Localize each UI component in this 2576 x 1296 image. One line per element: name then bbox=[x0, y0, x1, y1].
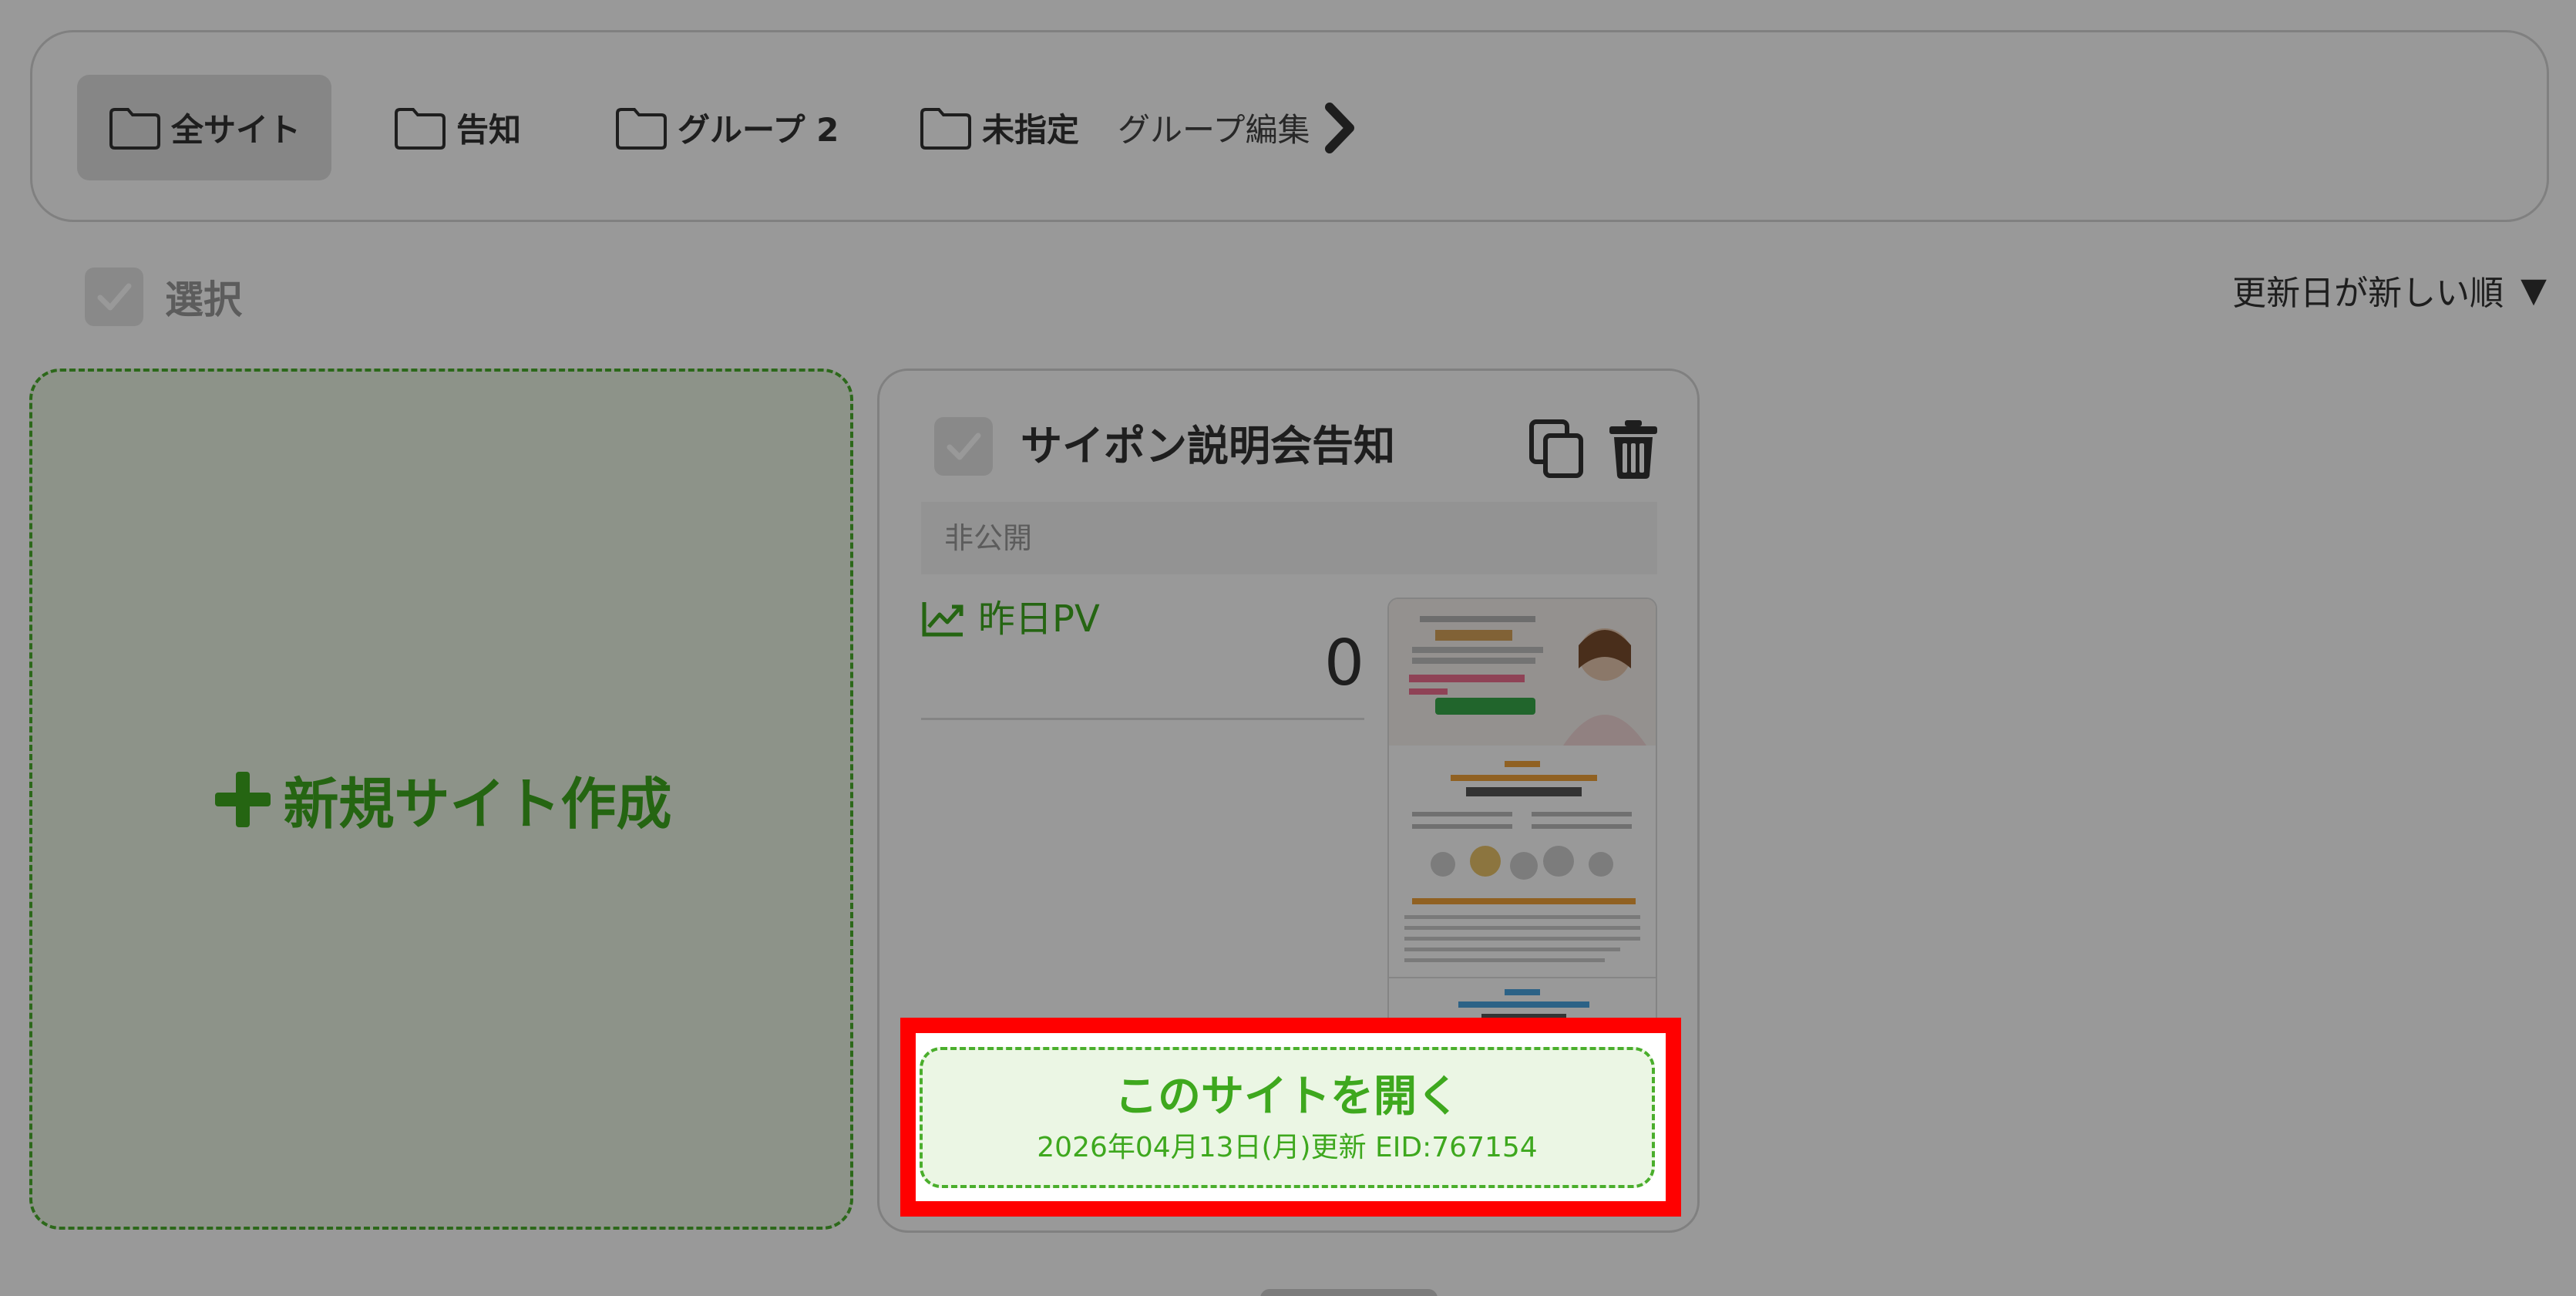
pv-stats: 昨日PV 0 bbox=[921, 594, 1364, 720]
group-tab-group-2[interactable]: グループ 2 bbox=[583, 75, 869, 180]
select-label: 選択 bbox=[165, 278, 242, 322]
group-tab-unassigned[interactable]: 未指定 bbox=[888, 75, 1110, 180]
new-site-card[interactable]: 新規サイト作成 bbox=[29, 369, 853, 1230]
group-tab-notice[interactable]: 告知 bbox=[362, 75, 552, 180]
site-title: サイポン説明会告知 bbox=[1021, 422, 1395, 470]
site-updated-meta: 2026年04月13日(月)更新 EID:767154 bbox=[1037, 1132, 1538, 1163]
open-site-label: このサイトを開く bbox=[1115, 1072, 1460, 1122]
group-tab-label: 告知 bbox=[456, 111, 522, 149]
trash-icon[interactable] bbox=[1608, 419, 1659, 480]
open-site-button[interactable]: このサイトを開く 2026年04月13日(月)更新 EID:767154 bbox=[920, 1047, 1655, 1188]
select-all-toggle[interactable]: 選択 bbox=[85, 266, 242, 328]
folder-icon bbox=[616, 107, 667, 150]
site-thumbnail bbox=[1387, 598, 1657, 1029]
group-tab-label: 未指定 bbox=[982, 111, 1080, 149]
sort-dropdown[interactable]: 更新日が新しい順 ▼ bbox=[2232, 262, 2547, 318]
select-all-checkbox[interactable] bbox=[85, 268, 143, 326]
new-site-button[interactable]: 新規サイト作成 bbox=[210, 759, 672, 840]
publish-status: 非公開 bbox=[921, 502, 1657, 574]
group-edit-link[interactable]: グループ編集 bbox=[1118, 75, 1359, 180]
caret-down-icon: ▼ bbox=[2521, 270, 2547, 310]
folder-icon bbox=[395, 107, 446, 150]
plus-icon bbox=[215, 771, 271, 827]
sort-label: 更新日が新しい順 bbox=[2232, 274, 2504, 313]
check-icon bbox=[947, 433, 981, 460]
folder-icon bbox=[920, 107, 971, 150]
group-edit-label: グループ編集 bbox=[1118, 111, 1310, 149]
group-tab-label: 全サイト bbox=[171, 111, 301, 149]
copy-icon[interactable] bbox=[1528, 419, 1586, 479]
pagination-area bbox=[1260, 1281, 1457, 1296]
site-preview-image bbox=[1389, 599, 1656, 1028]
chart-line-icon bbox=[922, 602, 963, 637]
folder-icon bbox=[109, 107, 160, 150]
pv-value: 0 bbox=[1323, 627, 1364, 700]
group-tab-all-sites[interactable]: 全サイト bbox=[77, 75, 332, 180]
group-tab-bar: 全サイト 告知 グループ 2 未指定 グループ編集 bbox=[30, 30, 2549, 222]
site-select-checkbox[interactable] bbox=[934, 417, 993, 476]
check-icon bbox=[97, 283, 132, 311]
new-site-label: 新規サイト作成 bbox=[283, 772, 672, 837]
chevron-right-icon bbox=[1325, 102, 1355, 153]
group-tab-label: グループ 2 bbox=[678, 111, 839, 149]
pv-label: 昨日PV bbox=[978, 598, 1100, 641]
page: 全サイト 告知 グループ 2 未指定 グループ編集 選択 更新日が新しい順 ▼ … bbox=[0, 0, 2576, 1296]
